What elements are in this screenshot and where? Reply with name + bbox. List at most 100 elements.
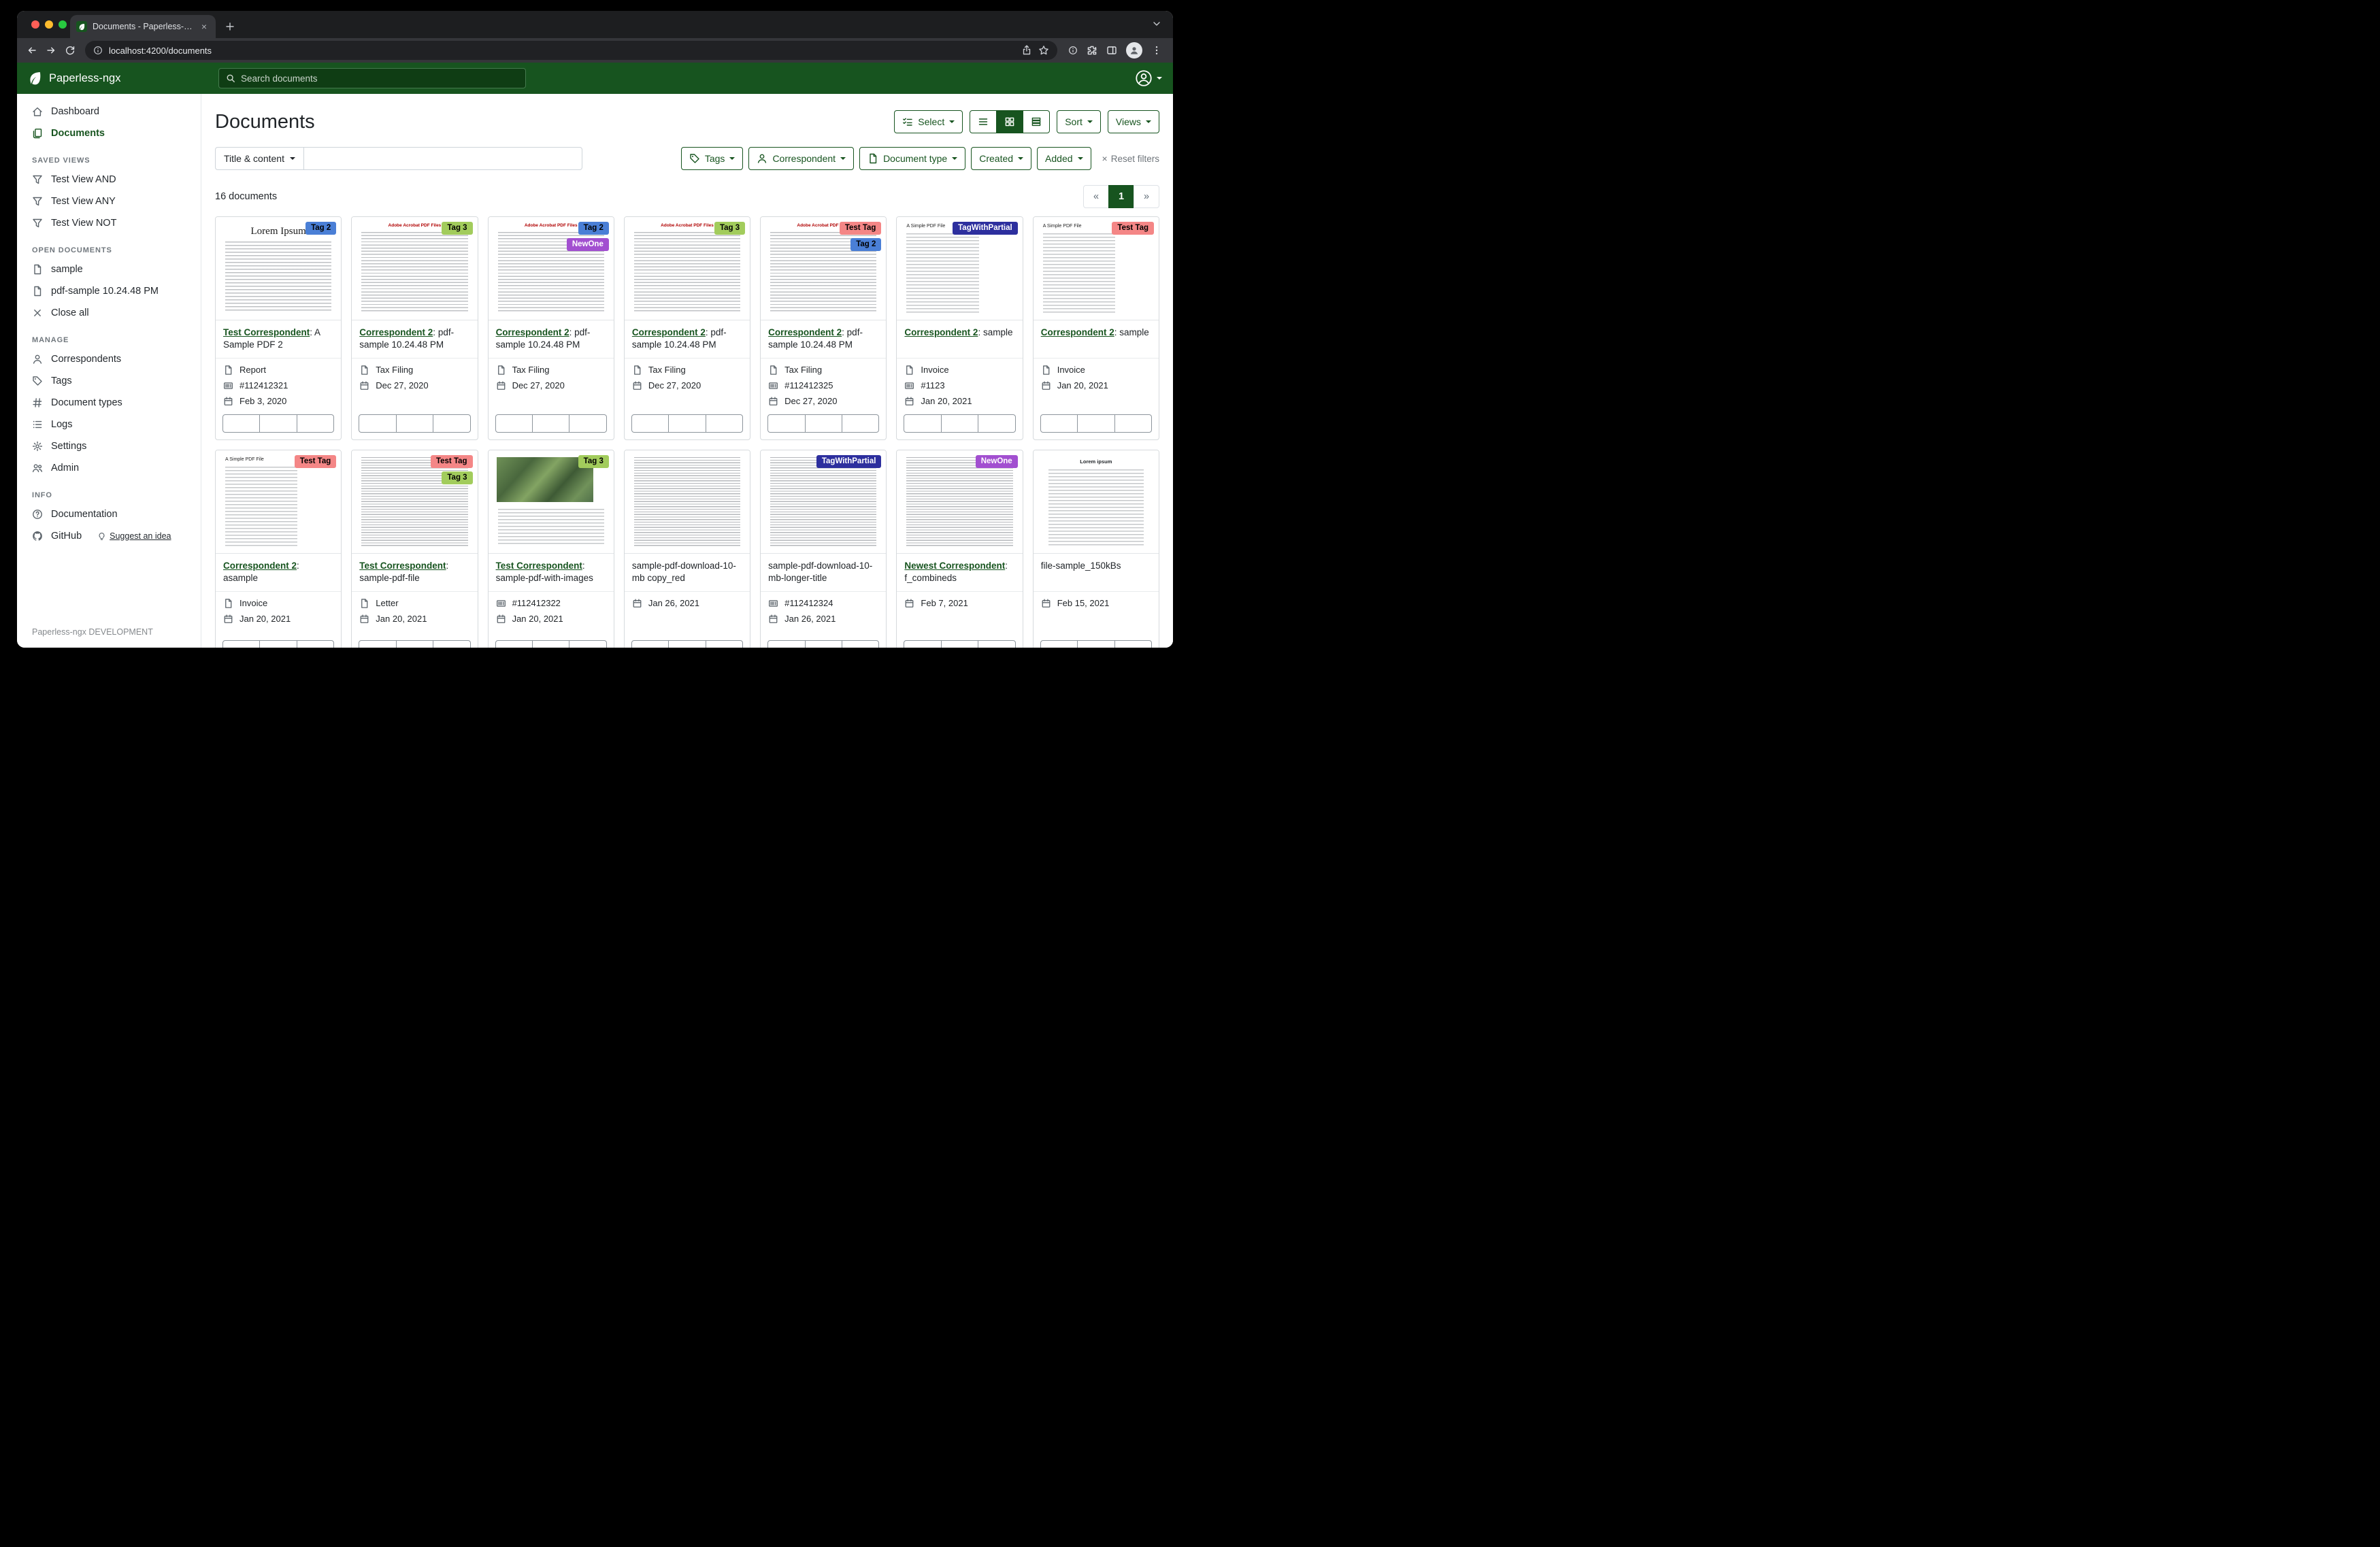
document-card[interactable]: Adobe Acrobat PDF Files Tag 3 Correspond… [624, 216, 750, 440]
document-card[interactable]: Adobe Acrobat PDF Files Tag 3 Correspond… [351, 216, 478, 440]
minimize-window-button[interactable] [45, 20, 53, 29]
zoom-window-button[interactable] [59, 20, 67, 29]
sidebar-item-suggest-an-idea[interactable]: Suggest an idea [97, 531, 171, 542]
extensions-puzzle-icon[interactable] [1087, 45, 1097, 56]
document-card[interactable]: NewOne Newest Correspondent: f_combineds… [896, 450, 1023, 648]
download-button[interactable] [842, 414, 879, 433]
correspondent-filter-button[interactable]: Correspondent [748, 147, 854, 170]
document-thumbnail[interactable]: Adobe Acrobat PDF Files Tag 3 [352, 217, 477, 320]
download-button[interactable] [569, 640, 606, 648]
tag-badge-tag-2[interactable]: Tag 2 [578, 222, 609, 235]
download-button[interactable] [1114, 414, 1152, 433]
tag-badge-newone[interactable]: NewOne [976, 455, 1018, 468]
tag-badge-tag-2[interactable]: Tag 2 [305, 222, 336, 235]
sidebar-item-close-all[interactable]: Close all [17, 302, 201, 324]
document-type[interactable]: Tax Filing [359, 362, 469, 378]
edit-button[interactable] [359, 414, 396, 433]
document-title[interactable]: Test Correspondent: A Sample PDF 2 [223, 327, 333, 352]
document-thumbnail[interactable]: A Simple PDF File Test Tag [1034, 217, 1159, 320]
document-asn[interactable]: #1123 [904, 378, 1014, 393]
document-created[interactable]: Jan 20, 2021 [223, 611, 333, 627]
sidebar-item-github[interactable]: GitHubSuggest an idea [17, 525, 201, 547]
tag-badge-tagwithpartial[interactable]: TagWithPartial [816, 455, 882, 468]
sidebar-item-test-view-any[interactable]: Test View ANY [17, 190, 201, 212]
pagination-prev-button[interactable]: « [1083, 185, 1109, 208]
tags-filter-button[interactable]: Tags [681, 147, 744, 170]
sidebar-item-documents[interactable]: Documents [17, 122, 201, 144]
document-title[interactable]: Test Correspondent: sample-pdf-file [359, 560, 469, 586]
close-window-button[interactable] [31, 20, 39, 29]
download-button[interactable] [433, 414, 470, 433]
document-card[interactable]: TagWithPartial sample-pdf-download-10-mb… [760, 450, 887, 648]
document-title[interactable]: Test Correspondent: sample-pdf-with-imag… [496, 560, 606, 586]
document-type[interactable]: Report [223, 362, 333, 378]
document-type[interactable]: Letter [359, 595, 469, 611]
added-filter-button[interactable]: Added [1037, 147, 1091, 170]
download-button[interactable] [978, 414, 1015, 433]
tag-badge-tag-3[interactable]: Tag 3 [442, 471, 472, 484]
browser-profile-avatar[interactable] [1126, 42, 1142, 59]
preview-button[interactable] [532, 414, 569, 433]
preview-button[interactable] [668, 414, 706, 433]
document-created[interactable]: Feb 3, 2020 [223, 393, 333, 409]
sidebar-item-admin[interactable]: Admin [17, 457, 201, 479]
document-thumbnail[interactable]: Adobe Acrobat PDF Files Tag 2NewOne [489, 217, 614, 320]
document-thumbnail[interactable]: A Simple PDF File TagWithPartial [897, 217, 1022, 320]
download-button[interactable] [706, 640, 743, 648]
tag-badge-tagwithpartial[interactable]: TagWithPartial [953, 222, 1018, 235]
preview-button[interactable] [668, 640, 706, 648]
document-asn[interactable]: #112412324 [768, 595, 878, 611]
document-thumbnail[interactable]: Tag 3 [489, 450, 614, 554]
document-thumbnail[interactable]: Adobe Acrobat PDF Files Test TagTag 2 [761, 217, 886, 320]
download-button[interactable] [842, 640, 879, 648]
document-title[interactable]: Correspondent 2: pdf-sample 10.24.48 PM [359, 327, 469, 352]
select-button[interactable]: Select [894, 110, 963, 133]
tag-badge-test-tag[interactable]: Test Tag [1112, 222, 1154, 235]
filter-field-button[interactable]: Title & content [215, 147, 304, 170]
document-created[interactable]: Jan 20, 2021 [1041, 378, 1151, 393]
edit-button[interactable] [767, 414, 805, 433]
document-title[interactable]: Correspondent 2: pdf-sample 10.24.48 PM [768, 327, 878, 352]
tag-badge-tag-2[interactable]: Tag 2 [850, 238, 881, 251]
edit-button[interactable] [904, 414, 941, 433]
list-view-button[interactable] [970, 110, 997, 133]
document-created[interactable]: Jan 20, 2021 [904, 393, 1014, 409]
document-type[interactable]: Tax Filing [768, 362, 878, 378]
site-info-icon[interactable] [93, 46, 103, 55]
document-card[interactable]: A Simple PDF File TagWithPartial Corresp… [896, 216, 1023, 440]
document-card[interactable]: Adobe Acrobat PDF Files Tag 2NewOne Corr… [488, 216, 614, 440]
correspondent-link[interactable]: Correspondent 2 [359, 327, 433, 337]
forward-button[interactable] [42, 41, 61, 60]
document-type[interactable]: Invoice [1041, 362, 1151, 378]
reset-filters-link[interactable]: × Reset filters [1102, 154, 1159, 164]
document-created[interactable]: Dec 27, 2020 [768, 393, 878, 409]
tag-badge-test-tag[interactable]: Test Tag [295, 455, 337, 468]
app-brand[interactable]: Paperless-ngx [28, 71, 218, 86]
document-thumbnail[interactable]: Adobe Acrobat PDF Files Tag 3 [625, 217, 750, 320]
edit-button[interactable] [904, 640, 941, 648]
grid-view-button[interactable] [996, 110, 1023, 133]
document-created[interactable]: Jan 26, 2021 [768, 611, 878, 627]
document-card[interactable]: Adobe Acrobat PDF Files Test TagTag 2 Co… [760, 216, 887, 440]
edit-button[interactable] [767, 640, 805, 648]
edit-button[interactable] [222, 640, 260, 648]
sort-button[interactable]: Sort [1057, 110, 1101, 133]
document-card[interactable]: A Simple PDF File Test Tag Correspondent… [1033, 216, 1159, 440]
document-title[interactable]: Correspondent 2: sample [1041, 327, 1151, 352]
correspondent-link[interactable]: Correspondent 2 [223, 561, 297, 571]
created-filter-button[interactable]: Created [971, 147, 1031, 170]
back-button[interactable] [22, 41, 42, 60]
edit-button[interactable] [631, 414, 669, 433]
tag-badge-tag-3[interactable]: Tag 3 [714, 222, 745, 235]
preview-button[interactable] [941, 414, 978, 433]
download-button[interactable] [297, 414, 334, 433]
edit-button[interactable] [222, 414, 260, 433]
pagination-page-1-button[interactable]: 1 [1108, 185, 1134, 208]
tag-badge-test-tag[interactable]: Test Tag [840, 222, 882, 235]
browser-tab[interactable]: Documents - Paperless-ngx × [70, 15, 216, 38]
document-card[interactable]: sample-pdf-download-10-mb copy_red Jan 2… [624, 450, 750, 648]
sidebar-item-document-types[interactable]: Document types [17, 392, 201, 414]
document-created[interactable]: Jan 20, 2021 [359, 611, 469, 627]
document-card[interactable]: Test TagTag 3 Test Correspondent: sample… [351, 450, 478, 648]
download-button[interactable] [978, 640, 1015, 648]
